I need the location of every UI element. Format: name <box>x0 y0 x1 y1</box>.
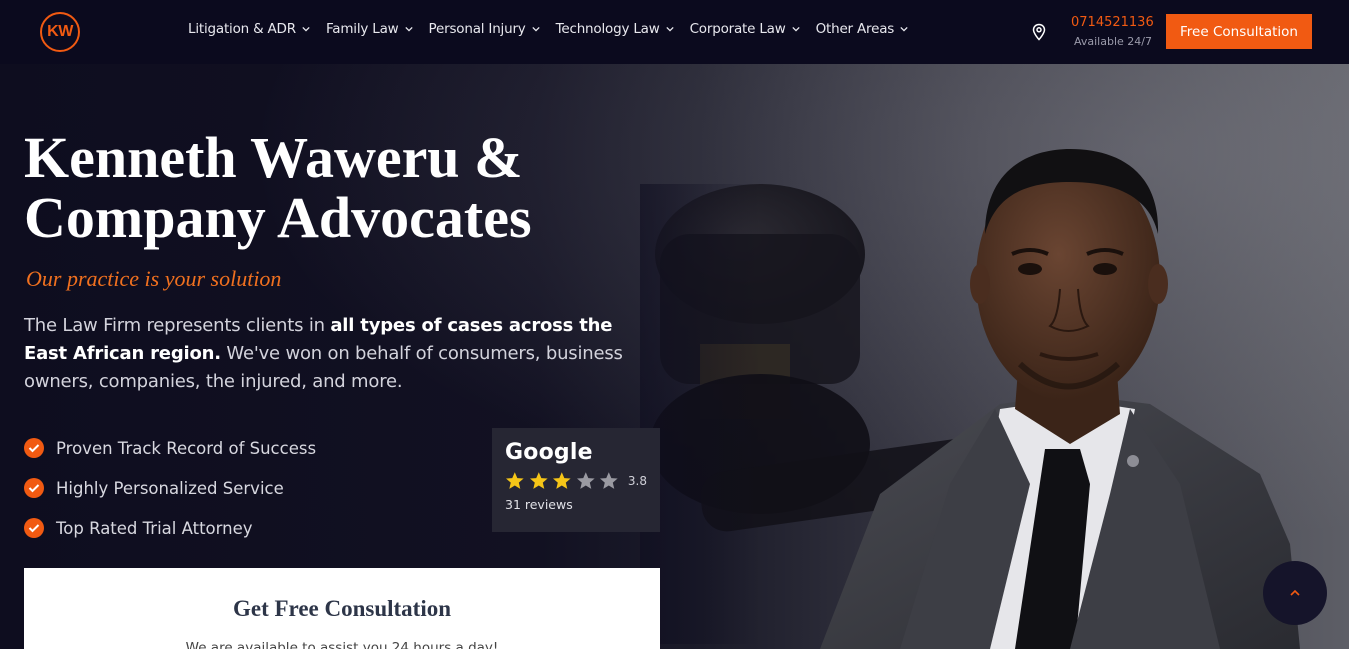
feature-label: Proven Track Record of Success <box>56 438 317 458</box>
chevron-down-icon <box>302 26 310 32</box>
check-circle-icon <box>24 438 44 458</box>
map-pin-icon[interactable] <box>1031 23 1047 41</box>
feature-label: Top Rated Trial Attorney <box>56 518 253 538</box>
nav-item-other-areas[interactable]: Other Areas <box>816 21 909 37</box>
page-title-line-1: Kenneth Waweru & <box>24 125 523 190</box>
review-count: 31 reviews <box>505 497 573 512</box>
feature-label: Highly Personalized Service <box>56 478 284 498</box>
consultation-form-card: Get Free Consultation We are available t… <box>24 568 660 649</box>
chevron-up-icon <box>1290 589 1300 596</box>
page-title: Kenneth Waweru & Company Advocates <box>24 128 664 248</box>
nav-item-label: Personal Injury <box>428 21 526 37</box>
star-icon <box>600 472 618 489</box>
main-nav: Litigation & ADR Family Law Personal Inj… <box>188 21 924 37</box>
star-icon <box>505 472 524 489</box>
chevron-down-icon <box>404 26 413 32</box>
check-circle-icon <box>24 478 44 498</box>
nav-item-technology-law[interactable]: Technology Law <box>556 21 674 37</box>
lead-paragraph: The Law Firm represents clients in all t… <box>24 315 623 392</box>
availability-text: Available 24/7 <box>1074 35 1152 48</box>
chevron-down-icon <box>665 26 674 32</box>
nav-item-family-law[interactable]: Family Law <box>326 21 413 37</box>
site-header: KW Litigation & ADR Family Law Personal … <box>0 0 1349 64</box>
form-subtitle: We are available to assist you 24 hours … <box>185 640 499 649</box>
nav-item-label: Technology Law <box>555 21 660 37</box>
list-item: Proven Track Record of Success <box>24 428 316 468</box>
logo-text: KW <box>47 23 73 40</box>
star-icon <box>529 472 548 489</box>
check-circle-icon <box>24 518 44 538</box>
list-item: Highly Personalized Service <box>24 468 316 508</box>
tagline: Our practice is your solution <box>26 266 282 291</box>
phone-number[interactable]: 0714521136 <box>1071 15 1154 30</box>
free-consultation-button[interactable]: Free Consultation <box>1166 14 1312 49</box>
nav-item-label: Corporate Law <box>689 21 786 37</box>
nav-item-personal-injury[interactable]: Personal Injury <box>429 21 540 37</box>
chevron-down-icon <box>531 26 540 32</box>
nav-item-label: Family Law <box>325 21 399 37</box>
chevron-down-icon <box>791 26 800 32</box>
feature-list: Proven Track Record of Success Highly Pe… <box>24 428 316 548</box>
scroll-to-top-button[interactable] <box>1263 561 1327 625</box>
page-title-line-2: Company Advocates <box>24 185 532 250</box>
nav-item-corporate-law[interactable]: Corporate Law <box>690 21 800 37</box>
form-title: Get Free Consultation <box>232 596 452 621</box>
list-item: Top Rated Trial Attorney <box>24 508 316 548</box>
rating-value: 3.8 <box>627 474 647 488</box>
chevron-down-icon <box>900 26 908 32</box>
logo[interactable]: KW <box>40 12 80 52</box>
star-icon <box>576 472 595 489</box>
star-rating: 3.8 <box>505 471 647 491</box>
nav-item-litigation[interactable]: Litigation & ADR <box>188 21 310 37</box>
nav-item-label: Litigation & ADR <box>188 21 296 37</box>
star-icon <box>553 472 571 489</box>
google-label: Google <box>505 440 593 465</box>
google-rating-card[interactable]: Google 3.8 31 reviews <box>492 428 660 532</box>
nav-item-label: Other Areas <box>815 21 895 37</box>
